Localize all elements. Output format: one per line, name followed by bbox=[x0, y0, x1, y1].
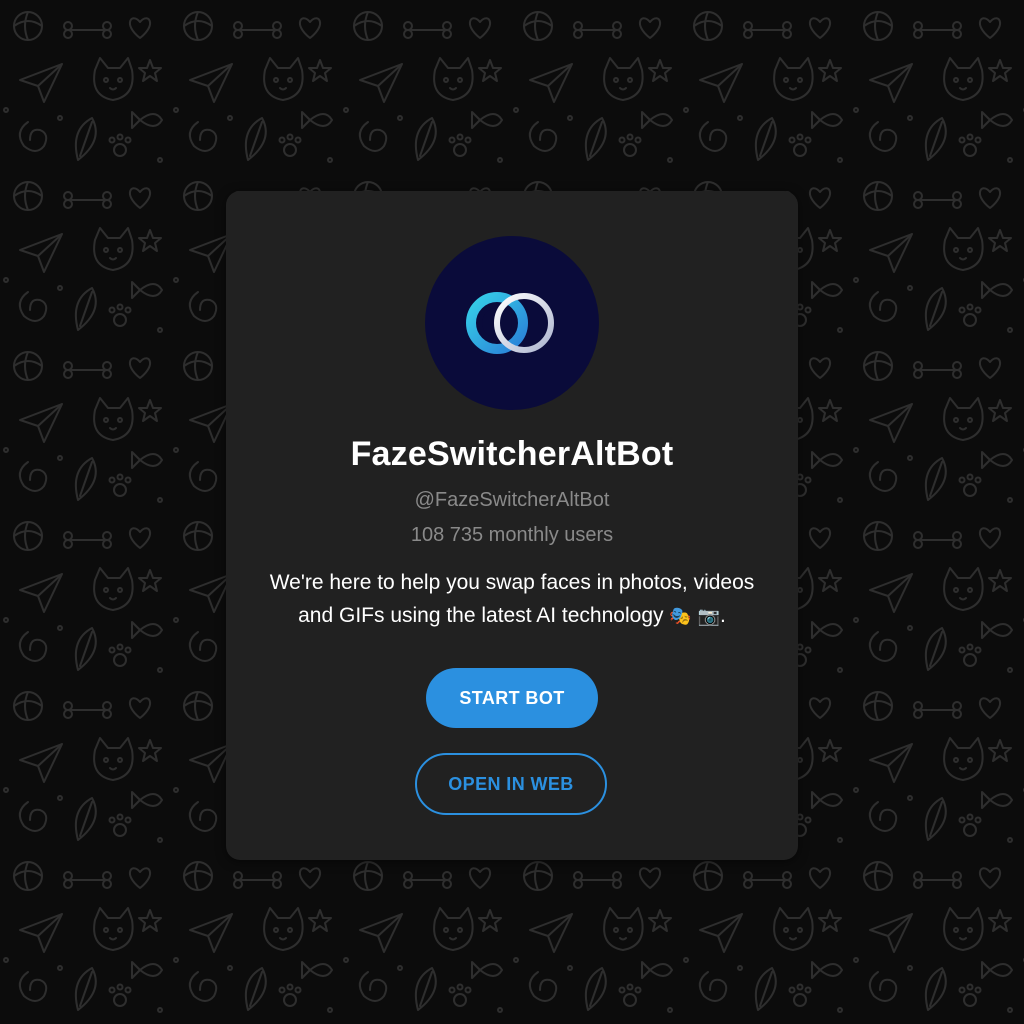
monthly-users-count: 108 735 monthly users bbox=[410, 524, 614, 546]
bot-description: We're here to help you swap faces in pho… bbox=[236, 566, 788, 633]
camera-icon: 📷 bbox=[697, 606, 721, 627]
bot-avatar bbox=[425, 236, 599, 410]
start-bot-button[interactable]: START BOT bbox=[426, 668, 598, 728]
description-line-1: We're here to help you swap faces in pho… bbox=[269, 571, 755, 594]
description-end: . bbox=[720, 604, 726, 627]
bot-username: @FazeSwitcherAltBot bbox=[414, 489, 610, 511]
bot-name: FazeSwitcherAltBot bbox=[350, 435, 674, 473]
open-in-web-button[interactable]: OPEN IN WEB bbox=[415, 753, 607, 815]
bot-info-card: FazeSwitcherAltBot @FazeSwitcherAltBot 1… bbox=[226, 191, 798, 860]
description-line-2: and GIFs using the latest AI technology bbox=[298, 604, 664, 627]
interlocking-rings-logo-icon bbox=[466, 292, 554, 354]
theater-masks-icon: 🎭 bbox=[669, 606, 692, 627]
